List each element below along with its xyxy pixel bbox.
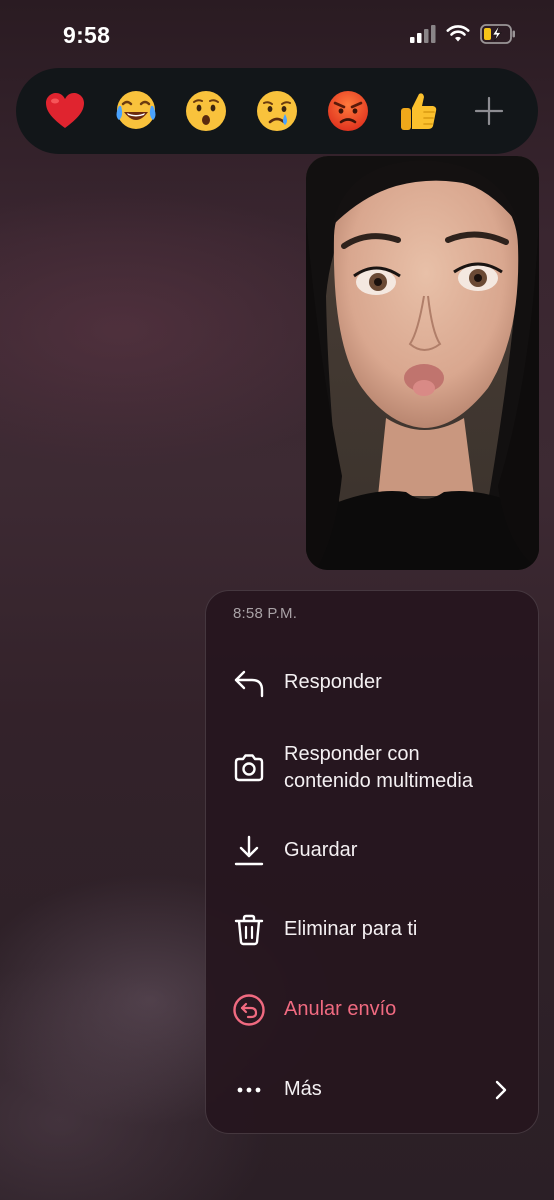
thumbs-up-emoji-icon[interactable] [392,85,444,137]
menu-item-label-line1: Responder con [284,743,420,765]
menu-item-delete-for-you[interactable]: Eliminar para ti [206,912,538,948]
status-time: 9:58 [63,22,111,48]
menu-item-label: Responder [284,671,382,693]
menu-item-reply-with-media[interactable]: Responder con contenido multimedia [206,739,538,797]
red-heart-emoji-icon[interactable] [39,85,91,137]
menu-item-label: Más [284,1078,322,1100]
unsend-icon [232,993,266,1027]
photo-message[interactable] [306,156,539,570]
angry-face-emoji-icon[interactable] [322,85,374,137]
reaction-bar [16,68,538,154]
download-icon [232,834,266,868]
context-menu: 8:58 P.M. Responder Responder con conten… [205,590,539,1134]
menu-item-unsend[interactable]: Anular envío [206,992,538,1028]
hushed-face-emoji-icon[interactable] [180,85,232,137]
menu-item-more[interactable]: Más [206,1072,538,1108]
menu-item-label: Anular envío [284,998,397,1020]
wifi-icon [446,25,470,42]
menu-item-reply[interactable]: Responder [206,665,538,701]
trash-icon [232,913,266,947]
message-timestamp: 8:58 P.M. [233,605,298,622]
chevron-right-icon [495,1080,507,1100]
tears-of-joy-emoji-icon[interactable] [110,85,162,137]
more-dots-icon [232,1073,266,1107]
crying-face-emoji-icon[interactable] [251,85,303,137]
signal-icon [410,25,436,43]
menu-item-label-line2: contenido multimedia [284,770,473,792]
photo-image [306,156,539,570]
battery-charging-icon [480,24,515,44]
plus-icon[interactable] [463,85,515,137]
reply-arrow-icon [232,666,266,700]
camera-icon [232,751,266,785]
status-bar: 9:58 [0,0,554,72]
menu-item-save[interactable]: Guardar [206,833,538,869]
status-icons [410,24,516,44]
menu-item-label: Eliminar para ti [284,918,418,940]
menu-item-label: Guardar [284,839,358,861]
